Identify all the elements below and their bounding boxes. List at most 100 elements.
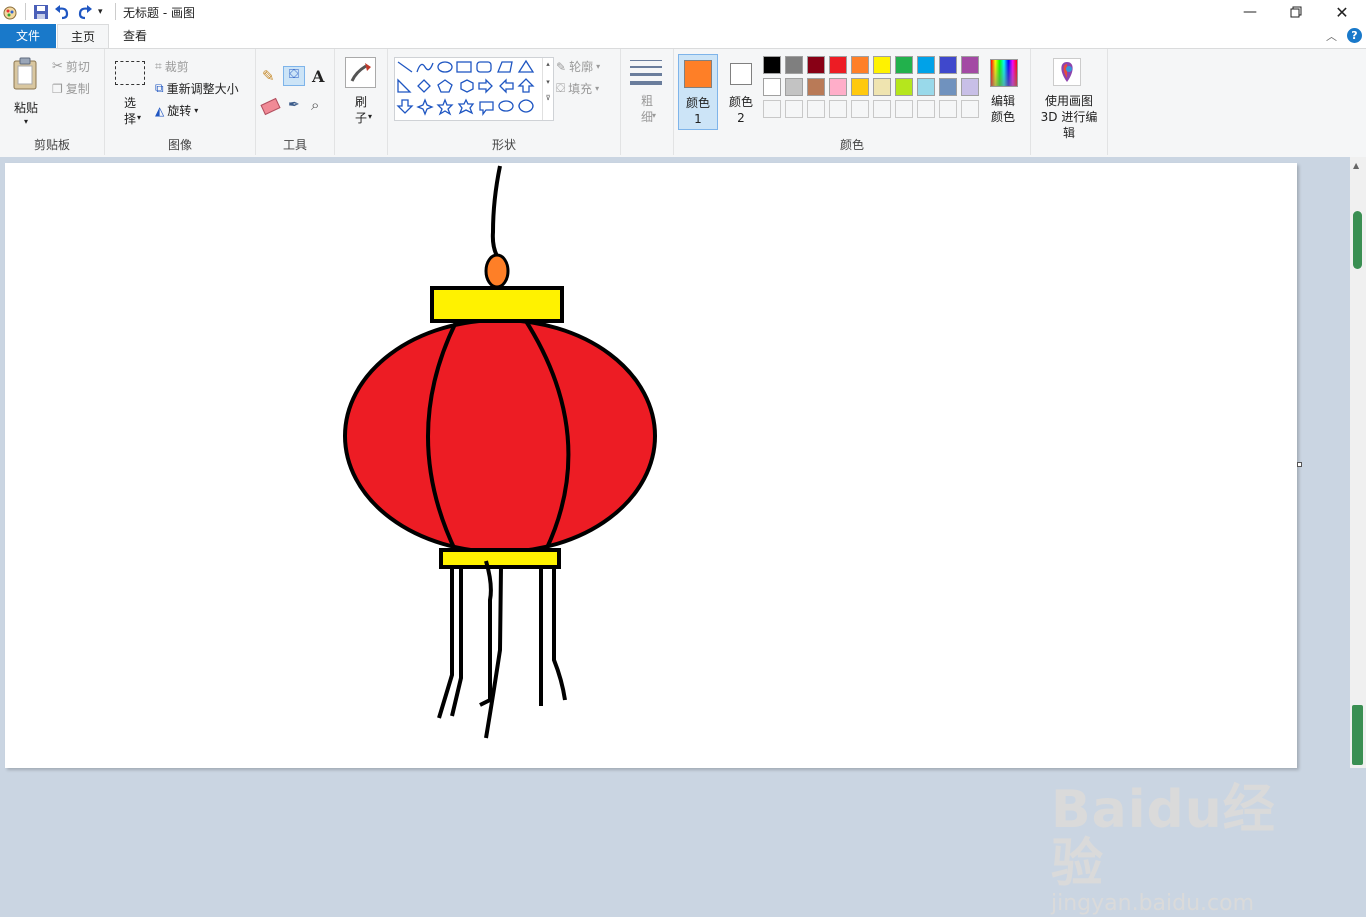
palette-color-swatch[interactable] bbox=[895, 100, 913, 118]
clipboard-group-label: 剪贴板 bbox=[33, 138, 70, 152]
scrollbar-thumb[interactable] bbox=[1353, 211, 1362, 269]
scissors-icon: ✂ bbox=[52, 59, 63, 74]
vertical-scrollbar[interactable]: ▲ bbox=[1350, 157, 1366, 768]
text-tool-icon[interactable]: A bbox=[312, 67, 324, 86]
fill-bucket-icon[interactable]: ⛋ bbox=[283, 66, 305, 86]
palette-color-swatch[interactable] bbox=[917, 56, 935, 74]
color1-label: 颜色 1 bbox=[685, 96, 710, 126]
paste-button[interactable]: 粘贴 ▾ bbox=[10, 55, 44, 127]
paint-app-icon[interactable] bbox=[2, 2, 18, 22]
color-picker-icon[interactable]: ✒ bbox=[288, 97, 300, 113]
save-icon[interactable] bbox=[33, 2, 49, 22]
palette-color-swatch[interactable] bbox=[873, 78, 891, 96]
shapes-group-label: 形状 bbox=[491, 138, 516, 152]
palette-color-swatch[interactable] bbox=[829, 78, 847, 96]
chevron-down-icon: ▾ bbox=[595, 84, 600, 93]
palette-color-swatch[interactable] bbox=[829, 56, 847, 74]
color2-button[interactable]: 颜色 2 bbox=[722, 54, 762, 130]
palette-color-swatch[interactable] bbox=[895, 56, 913, 74]
colors-group-label: 颜色 bbox=[839, 138, 864, 152]
undo-icon[interactable] bbox=[54, 2, 70, 22]
palette-color-swatch[interactable] bbox=[807, 56, 825, 74]
shapes-group: ▴ ▾ ⊽ ✎ 轮廓 ▾ ⛋ 填充 ▾ 形状 bbox=[388, 49, 621, 155]
palette-color-swatch[interactable] bbox=[873, 100, 891, 118]
palette-color-swatch[interactable] bbox=[851, 78, 869, 96]
cut-button[interactable]: ✂ 剪切 bbox=[52, 58, 90, 75]
baidu-watermark: Baidu经验 jingyan.baidu.com bbox=[1051, 783, 1297, 917]
chevron-down-icon: ▾ bbox=[652, 111, 657, 120]
chevron-down-icon: ▾ bbox=[194, 106, 199, 115]
palette-color-swatch[interactable] bbox=[763, 78, 781, 96]
size-label: 粗细 bbox=[640, 94, 653, 124]
paste-label: 粘贴 bbox=[14, 101, 39, 115]
palette-color-swatch[interactable] bbox=[807, 100, 825, 118]
select-label: 选择 bbox=[123, 96, 136, 126]
palette-color-swatch[interactable] bbox=[785, 56, 803, 74]
outline-button[interactable]: ✎ 轮廓 ▾ bbox=[556, 58, 600, 75]
tab-home[interactable]: 主页 bbox=[57, 24, 109, 49]
redo-icon[interactable] bbox=[77, 2, 93, 22]
palette-color-swatch[interactable] bbox=[807, 78, 825, 96]
palette-color-swatch[interactable] bbox=[939, 56, 957, 74]
palette-color-swatch[interactable] bbox=[917, 78, 935, 96]
ribbon: 粘贴 ▾ ✂ 剪切 ❐ 复制 剪贴板 选择 ▾ ⌗ 裁剪 ⧉ 重新调整大小 ◭ 旋转 ▾ 图… bbox=[0, 48, 1366, 158]
shapes-gallery[interactable]: ▴ ▾ ⊽ bbox=[394, 57, 554, 121]
collapse-ribbon-icon[interactable]: ︿ bbox=[1326, 28, 1337, 44]
palette-color-swatch[interactable] bbox=[961, 78, 979, 96]
tab-file[interactable]: 文件 bbox=[0, 24, 56, 48]
size-group: 粗细 ▾ bbox=[621, 49, 674, 155]
canvas-resize-handle[interactable] bbox=[1297, 462, 1302, 467]
palette-color-swatch[interactable] bbox=[961, 56, 979, 74]
chevron-down-icon: ▾ bbox=[137, 113, 142, 122]
crop-button[interactable]: ⌗ 裁剪 bbox=[155, 58, 189, 75]
palette-color-swatch[interactable] bbox=[961, 100, 979, 118]
copy-label: 复制 bbox=[65, 82, 90, 96]
palette-color-swatch[interactable] bbox=[939, 78, 957, 96]
palette-color-swatch[interactable] bbox=[785, 78, 803, 96]
palette-color-swatch[interactable] bbox=[763, 100, 781, 118]
palette-color-swatch[interactable] bbox=[939, 100, 957, 118]
brushes-group: 刷子 ▾ bbox=[335, 49, 388, 155]
magnifier-icon[interactable]: ⌕ bbox=[311, 96, 319, 114]
size-button[interactable]: 粗细 ▾ bbox=[630, 59, 664, 131]
maximize-button[interactable] bbox=[1273, 0, 1319, 24]
color1-button[interactable]: 颜色 1 bbox=[678, 54, 718, 130]
shapes-scroll[interactable]: ▴ ▾ ⊽ bbox=[542, 58, 553, 120]
brushes-button[interactable]: 刷子 ▾ bbox=[344, 56, 378, 128]
scrollbar-bottom-thumb[interactable] bbox=[1352, 705, 1363, 765]
customize-toolbar-icon[interactable]: ▾ bbox=[98, 2, 103, 22]
select-button[interactable]: 选择 ▾ bbox=[113, 57, 147, 129]
image-group: 选择 ▾ ⌗ 裁剪 ⧉ 重新调整大小 ◭ 旋转 ▾ 图像 bbox=[105, 49, 256, 155]
scroll-up-icon[interactable]: ▲ bbox=[1353, 161, 1359, 170]
copy-button[interactable]: ❐ 复制 bbox=[52, 80, 90, 97]
ribbon-tabs: 文件 主页 查看 ︿ ? bbox=[0, 24, 1366, 49]
paint3d-button[interactable]: 使用画图 3D 进行编辑 bbox=[1035, 57, 1103, 140]
palette-color-swatch[interactable] bbox=[763, 56, 781, 74]
eraser-icon[interactable] bbox=[260, 97, 281, 116]
close-button[interactable]: ✕ bbox=[1319, 0, 1365, 24]
title-bar: ▾ 无标题 - 画图 — ✕ bbox=[0, 0, 1366, 24]
palette-color-swatch[interactable] bbox=[851, 100, 869, 118]
pencil-icon[interactable]: ✎ bbox=[262, 67, 275, 85]
edit-colors-button[interactable]: 编辑颜色 bbox=[986, 57, 1026, 131]
tab-view[interactable]: 查看 bbox=[112, 24, 158, 48]
help-icon[interactable]: ? bbox=[1347, 28, 1362, 43]
color2-label: 颜色 2 bbox=[728, 95, 753, 125]
palette-color-swatch[interactable] bbox=[785, 100, 803, 118]
brushes-label: 刷子 bbox=[354, 95, 367, 125]
palette-color-swatch[interactable] bbox=[829, 100, 847, 118]
fill-button[interactable]: ⛋ 填充 ▾ bbox=[556, 80, 599, 97]
color-spectrum-icon bbox=[990, 59, 1018, 87]
resize-icon: ⧉ bbox=[155, 81, 164, 95]
palette-color-swatch[interactable] bbox=[917, 100, 935, 118]
paint3d-group: 使用画图 3D 进行编辑 bbox=[1031, 49, 1108, 155]
palette-color-swatch[interactable] bbox=[873, 56, 891, 74]
fill-label: 填充 bbox=[568, 82, 593, 96]
palette-color-swatch[interactable] bbox=[851, 56, 869, 74]
crop-label: 裁剪 bbox=[164, 60, 189, 74]
minimize-button[interactable]: — bbox=[1227, 0, 1273, 24]
drawing-canvas[interactable]: Baidu经验 jingyan.baidu.com bbox=[5, 163, 1297, 916]
palette-color-swatch[interactable] bbox=[895, 78, 913, 96]
rotate-button[interactable]: ◭ 旋转 ▾ bbox=[155, 102, 198, 119]
resize-button[interactable]: ⧉ 重新调整大小 bbox=[155, 80, 239, 97]
